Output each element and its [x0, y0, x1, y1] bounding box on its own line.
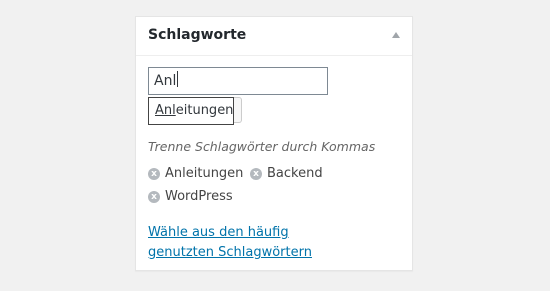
tag-label: Backend	[267, 166, 323, 181]
tags-metabox: Schlagworte Anl Anleitungen Trenne Schla…	[135, 16, 413, 271]
tag-item-backend: x Backend	[250, 166, 323, 181]
tag-label: WordPress	[165, 189, 233, 204]
remove-tag-icon[interactable]: x	[148, 168, 160, 180]
suggestion-rest: eitungen	[176, 103, 234, 118]
choose-most-used-tags-link[interactable]: Wähle aus den häufig genutzten Schlagwör…	[148, 223, 358, 263]
collapse-triangle-icon[interactable]	[392, 32, 400, 38]
text-caret	[177, 71, 178, 87]
suggestion-match: Anl	[155, 103, 176, 118]
tag-input-value: Anl	[154, 73, 176, 89]
tag-item-anleitungen: x Anleitungen	[148, 166, 243, 181]
tag-item-wordpress: x WordPress	[148, 189, 233, 204]
metabox-header[interactable]: Schlagworte	[136, 17, 412, 56]
remove-tag-icon[interactable]: x	[148, 191, 160, 203]
remove-tag-icon[interactable]: x	[250, 168, 262, 180]
add-tag-button[interactable]	[234, 97, 242, 123]
new-tag-input[interactable]: Anl	[148, 67, 328, 95]
tag-label: Anleitungen	[165, 166, 243, 181]
autocomplete-suggestion[interactable]: Anleitungen	[148, 97, 234, 125]
metabox-title: Schlagworte	[148, 27, 246, 43]
tag-separator-hint: Trenne Schlagwörter durch Kommas	[148, 139, 375, 154]
